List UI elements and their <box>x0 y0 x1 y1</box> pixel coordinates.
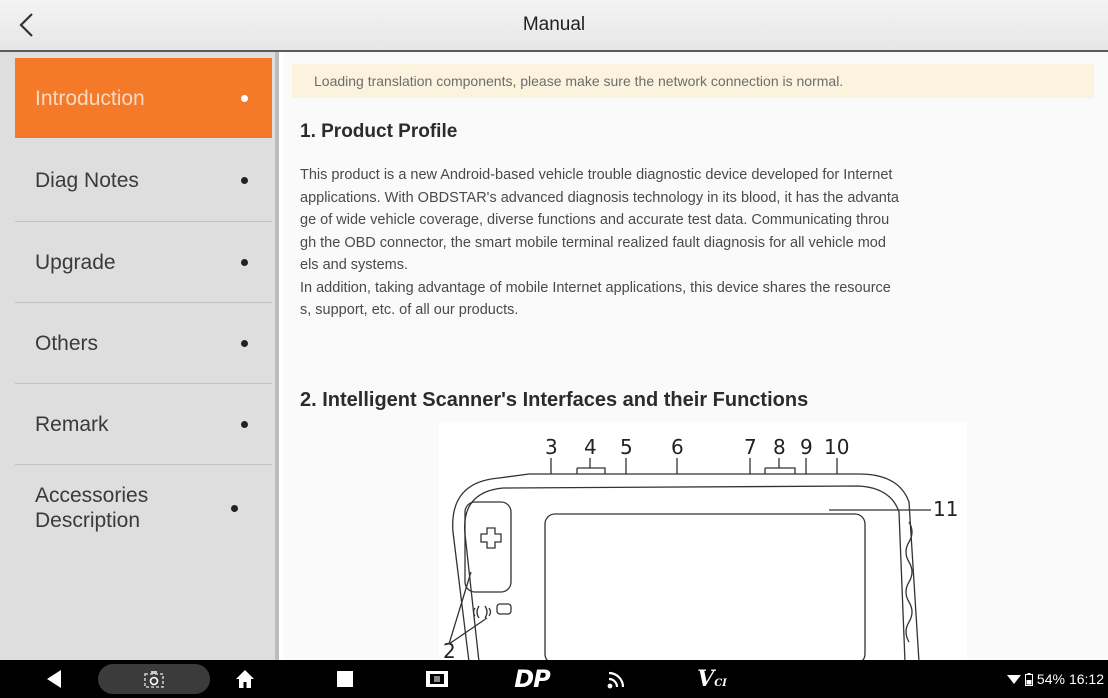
bullet-icon <box>231 504 238 512</box>
paragraph-line: applications. With OBDSTAR's advanced di… <box>300 189 899 206</box>
section-heading: 1. Product Profile <box>300 121 458 142</box>
sidebar-item-label: Remark <box>35 412 109 436</box>
clock: 16:12 <box>1068 671 1104 687</box>
sidebar: Introduction Diag Notes Upgrade Others R… <box>0 52 279 660</box>
bullet-icon <box>241 339 248 347</box>
title-bar: Manual <box>0 0 1108 52</box>
paragraph-line: ge of wide vehicle coverage, diverse fun… <box>300 212 890 228</box>
translation-notice: Loading translation components, please m… <box>292 64 1094 98</box>
dp-icon: DP <box>514 665 551 693</box>
sidebar-item-label: Others <box>35 331 99 355</box>
paragraph-line: In addition, taking advantage of mobile … <box>300 279 891 296</box>
figure-label: 9 <box>800 435 813 459</box>
sidebar-item-introduction[interactable]: Introduction <box>15 58 272 138</box>
sidebar-item-label: Upgrade <box>35 250 116 274</box>
wifi-cast-icon <box>607 671 625 689</box>
bullet-icon <box>241 176 248 184</box>
figure-label: 11 <box>933 497 958 521</box>
section-paragraph: This product is a new Android-based vehi… <box>300 164 1100 322</box>
recents-icon <box>337 671 353 687</box>
figure-label: 3 <box>545 435 558 459</box>
sidebar-item-label: Accessories Description <box>35 484 149 532</box>
nav-recents-button[interactable] <box>328 660 362 698</box>
sidebar-item-accessories-description[interactable]: Accessories Description <box>15 465 272 551</box>
home-icon <box>236 670 254 688</box>
status-area: 54% 16:12 <box>1006 660 1104 698</box>
bullet-icon <box>241 258 248 266</box>
scanner-diagram-drawing: 3 4 5 6 7 8 9 10 11 2 <box>443 435 958 660</box>
system-nav-bar: DP VCI 54% 16:12 <box>0 660 1108 698</box>
battery-icon <box>1024 672 1033 686</box>
vci-sub: CI <box>714 678 727 689</box>
nav-home-button[interactable] <box>228 660 262 698</box>
sidebar-item-label: Introduction <box>35 86 145 110</box>
figure-label: 10 <box>824 435 849 459</box>
figure-label: 5 <box>620 435 633 459</box>
figure-label: 6 <box>671 435 684 459</box>
gallery-icon <box>426 671 448 687</box>
nav-gallery-button[interactable] <box>420 660 454 698</box>
page-title: Manual <box>522 14 586 35</box>
battery-percent: 54% <box>1036 671 1065 687</box>
sidebar-item-remark[interactable]: Remark <box>15 384 272 464</box>
scanner-diagram: 3 4 5 6 7 8 9 10 11 2 <box>439 422 967 660</box>
section-heading: 2. Intelligent Scanner's Interfaces and … <box>300 389 809 411</box>
sidebar-item-diag-notes[interactable]: Diag Notes <box>15 140 272 220</box>
nav-vci-button[interactable]: VCI <box>690 660 734 698</box>
sidebar-item-upgrade[interactable]: Upgrade <box>15 222 272 302</box>
nav-wifi-cast-button[interactable] <box>600 660 634 698</box>
sidebar-item-label: Diag Notes <box>35 168 139 192</box>
paragraph-line: gh the OBD connector, the smart mobile t… <box>300 234 886 251</box>
figure-label: 8 <box>773 435 786 459</box>
back-icon <box>47 670 61 688</box>
screenshot-pill <box>98 664 210 694</box>
figure-label: 7 <box>744 435 757 459</box>
paragraph-line: This product is a new Android-based vehi… <box>300 167 893 183</box>
bullet-icon <box>241 420 248 428</box>
nav-screenshot-button[interactable] <box>98 660 210 698</box>
sidebar-item-others[interactable]: Others <box>15 303 272 383</box>
manual-content[interactable]: Loading translation components, please m… <box>283 52 1108 660</box>
figure-label: 4 <box>584 435 597 459</box>
vci-letter: V <box>697 666 715 692</box>
wifi-signal-icon <box>1006 675 1021 684</box>
screenshot-icon <box>144 671 164 688</box>
paragraph-line: els and systems. <box>300 257 408 273</box>
nav-dp-button[interactable]: DP <box>510 660 554 698</box>
bullet-icon <box>241 94 248 102</box>
vci-icon: VCI <box>697 666 727 692</box>
paragraph-line: s, support, etc. of all our products. <box>300 302 519 318</box>
nav-back-button[interactable] <box>34 660 74 698</box>
